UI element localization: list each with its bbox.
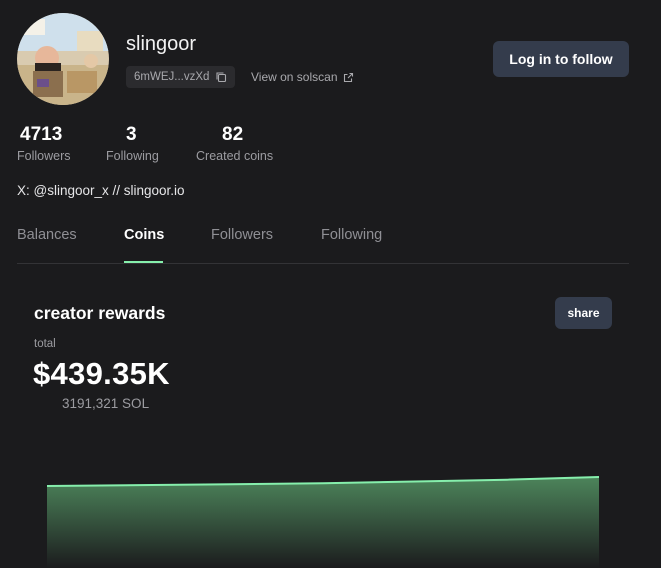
avatar-image bbox=[17, 13, 109, 105]
rewards-area-fill bbox=[47, 477, 599, 568]
avatar bbox=[17, 13, 109, 105]
external-link-icon bbox=[343, 72, 353, 82]
total-rewards-value: $439.35K bbox=[33, 356, 170, 391]
log-in-to-follow-button[interactable]: Log in to follow bbox=[493, 41, 629, 77]
rewards-area-chart bbox=[46, 476, 600, 568]
solscan-label: View on solscan bbox=[251, 70, 338, 84]
total-label: total bbox=[34, 338, 56, 350]
wallet-address: 6mWEJ...vzXd bbox=[134, 71, 210, 83]
share-button[interactable]: share bbox=[555, 297, 612, 329]
tab-following[interactable]: Following bbox=[321, 227, 382, 243]
tab-followers[interactable]: Followers bbox=[211, 227, 273, 243]
address-copy-chip[interactable]: 6mWEJ...vzXd bbox=[126, 66, 236, 88]
copy-icon[interactable] bbox=[215, 71, 227, 83]
stat-followers[interactable]: 4713 Followers bbox=[17, 124, 71, 163]
followers-label: Followers bbox=[17, 149, 71, 163]
solscan-link[interactable]: View on solscan bbox=[251, 70, 354, 84]
following-label: Following bbox=[106, 149, 159, 163]
created-coins-label: Created coins bbox=[196, 149, 274, 163]
stat-following[interactable]: 3 Following bbox=[106, 124, 159, 163]
tab-divider bbox=[17, 263, 629, 264]
followers-count: 4713 bbox=[20, 124, 63, 145]
following-count: 3 bbox=[126, 124, 137, 145]
creator-rewards-title: creator rewards bbox=[34, 303, 166, 323]
bio: X: @slingoor_x // slingoor.io bbox=[17, 183, 185, 198]
stat-created-coins[interactable]: 82 Created coins bbox=[196, 124, 273, 163]
username: slingoor bbox=[126, 33, 197, 55]
total-sol-value: 3191,321 SOL bbox=[62, 396, 150, 411]
tab-balances[interactable]: Balances bbox=[17, 227, 77, 243]
created-coins-count: 82 bbox=[222, 124, 244, 145]
tab-coins[interactable]: Coins bbox=[124, 227, 164, 243]
